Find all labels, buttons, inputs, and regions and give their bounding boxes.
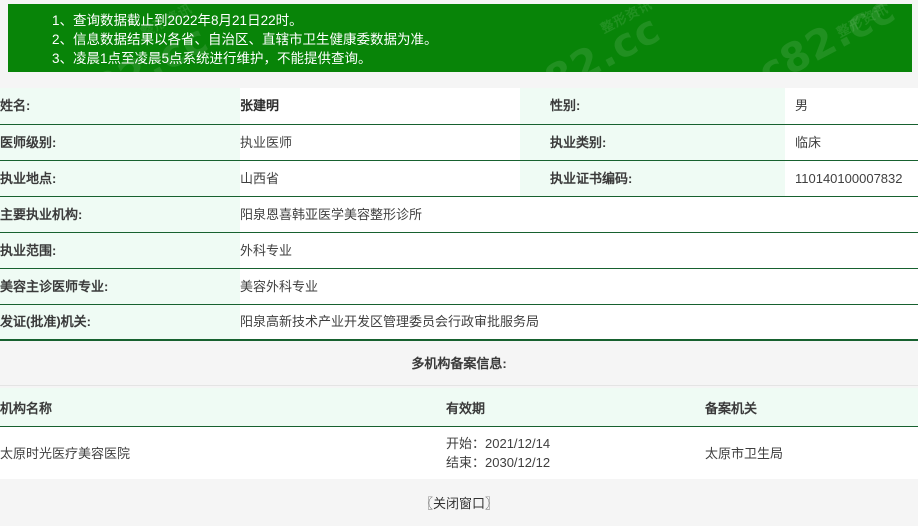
doctor-info-table: 姓名: 张建明 性别: 男 医师级别: 执业医师 执业类别: 临床 执业地点: … xyxy=(0,88,918,422)
table-row: 太原时光医疗美容医院 开始：2021/12/14 结束：2030/12/12 太… xyxy=(0,426,918,481)
field-label-name: 姓名: xyxy=(0,88,240,125)
cell-record-authority: 太原市卫生局 xyxy=(705,426,918,481)
page-root: c82.cc c82.cc c82.cc 整形资讯 整形资讯 整形资讯 1、查询… xyxy=(0,0,918,526)
column-header-org-name: 机构名称 xyxy=(0,388,446,427)
cell-validity: 开始：2021/12/14 结束：2030/12/12 xyxy=(446,426,705,481)
field-value-doctor-level: 执业医师 xyxy=(240,124,520,161)
validity-start-line: 开始：2021/12/14 xyxy=(446,434,705,453)
table-row: 美容主诊医师专业: 美容外科专业 xyxy=(0,268,918,305)
notice-banner-area: c82.cc c82.cc c82.cc 整形资讯 整形资讯 整形资讯 1、查询… xyxy=(0,0,918,88)
multi-institution-table: 机构名称 有效期 备案机关 太原时光医疗美容医院 开始：2021/12/14 结… xyxy=(0,388,918,481)
field-label-issuing-authority: 发证(批准)机关: xyxy=(0,304,240,341)
footer-bar: 〖关闭窗口〗 xyxy=(0,479,918,526)
field-value-issuing-authority: 阳泉高新技术产业开发区管理委员会行政审批服务局 xyxy=(240,304,918,341)
field-value-main-institution: 阳泉恩喜韩亚医学美容整形诊所 xyxy=(240,196,918,233)
validity-start-date: 2021/12/14 xyxy=(485,436,551,451)
notice-line: 3、凌晨1点至凌晨5点系统进行维护，不能提供查询。 xyxy=(52,51,372,66)
notice-list: 1、查询数据截止到2022年8月21日22时。 2、信息数据结果以各省、自治区、… xyxy=(8,4,912,68)
field-value-cosmetic-specialty: 美容外科专业 xyxy=(240,268,918,305)
multi-institution-section-header: 多机构备案信息: xyxy=(0,339,918,386)
validity-end-date: 2030/12/12 xyxy=(485,455,551,470)
field-label-practice-category: 执业类别: xyxy=(520,124,785,161)
field-label-doctor-level: 医师级别: xyxy=(0,124,240,161)
field-value-practice-location: 山西省 xyxy=(240,160,520,197)
section-title: 多机构备案信息: xyxy=(0,339,918,386)
validity-start-label: 开始： xyxy=(446,436,486,451)
field-value-practice-category: 临床 xyxy=(785,124,918,161)
column-header-record-authority: 备案机关 xyxy=(705,388,918,427)
table-row: 发证(批准)机关: 阳泉高新技术产业开发区管理委员会行政审批服务局 xyxy=(0,304,918,341)
field-label-cosmetic-specialty: 美容主诊医师专业: xyxy=(0,268,240,305)
table-row: 执业地点: 山西省 执业证书编码: 110140100007832 xyxy=(0,160,918,197)
notice-banner: c82.cc c82.cc c82.cc 整形资讯 整形资讯 整形资讯 1、查询… xyxy=(8,4,912,72)
notice-line: 1、查询数据截止到2022年8月21日22时。 xyxy=(52,13,303,28)
notice-line: 2、信息数据结果以各省、自治区、直辖市卫生健康委数据为准。 xyxy=(52,32,438,47)
field-value-gender: 男 xyxy=(785,88,918,125)
cell-org-name: 太原时光医疗美容医院 xyxy=(0,426,446,481)
field-label-practice-scope: 执业范围: xyxy=(0,232,240,269)
table-row: 主要执业机构: 阳泉恩喜韩亚医学美容整形诊所 xyxy=(0,196,918,233)
close-window-link[interactable]: 〖关闭窗口〗 xyxy=(420,493,498,512)
table-row: 执业范围: 外科专业 xyxy=(0,232,918,269)
field-value-practice-scope: 外科专业 xyxy=(240,232,918,269)
field-label-practice-location: 执业地点: xyxy=(0,160,240,197)
table-header-row: 机构名称 有效期 备案机关 xyxy=(0,388,918,427)
column-header-validity: 有效期 xyxy=(446,388,705,427)
validity-end-line: 结束：2030/12/12 xyxy=(446,453,705,472)
table-row: 医师级别: 执业医师 执业类别: 临床 xyxy=(0,124,918,161)
field-label-main-institution: 主要执业机构: xyxy=(0,196,240,233)
field-value-license-number: 110140100007832 xyxy=(785,160,918,197)
field-label-license-number: 执业证书编码: xyxy=(520,160,785,197)
validity-end-label: 结束： xyxy=(446,455,486,470)
table-row: 姓名: 张建明 性别: 男 xyxy=(0,88,918,125)
field-label-gender: 性别: xyxy=(520,88,785,125)
field-value-name: 张建明 xyxy=(240,88,520,125)
